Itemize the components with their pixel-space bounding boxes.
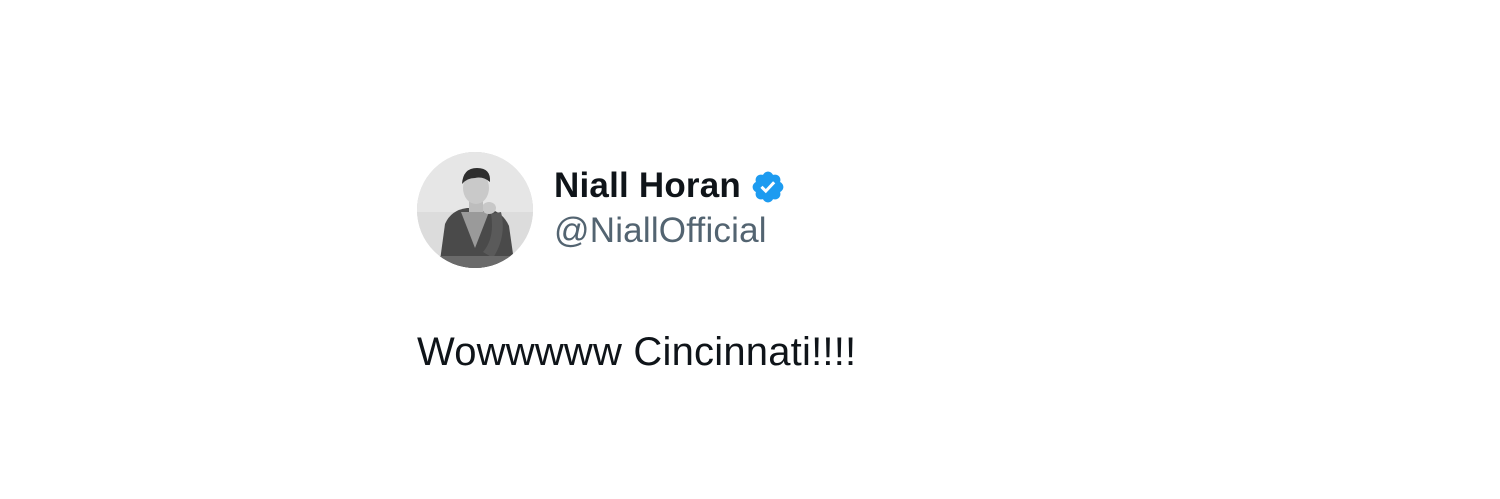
name-row: Niall Horan xyxy=(554,163,786,209)
avatar[interactable] xyxy=(417,152,533,268)
tweet-header: Niall Horan @NiallOfficial xyxy=(417,152,1117,268)
display-name[interactable]: Niall Horan xyxy=(554,166,741,206)
verified-badge-icon xyxy=(752,171,784,203)
profile-photo-icon xyxy=(417,152,533,268)
tweet-card: Niall Horan @NiallOfficial Wowwwww Cinci… xyxy=(417,152,1117,375)
handle[interactable]: @NiallOfficial xyxy=(554,211,786,251)
author-info: Niall Horan @NiallOfficial xyxy=(554,163,786,251)
tweet-text: Wowwwww Cincinnati!!!! xyxy=(417,330,857,374)
